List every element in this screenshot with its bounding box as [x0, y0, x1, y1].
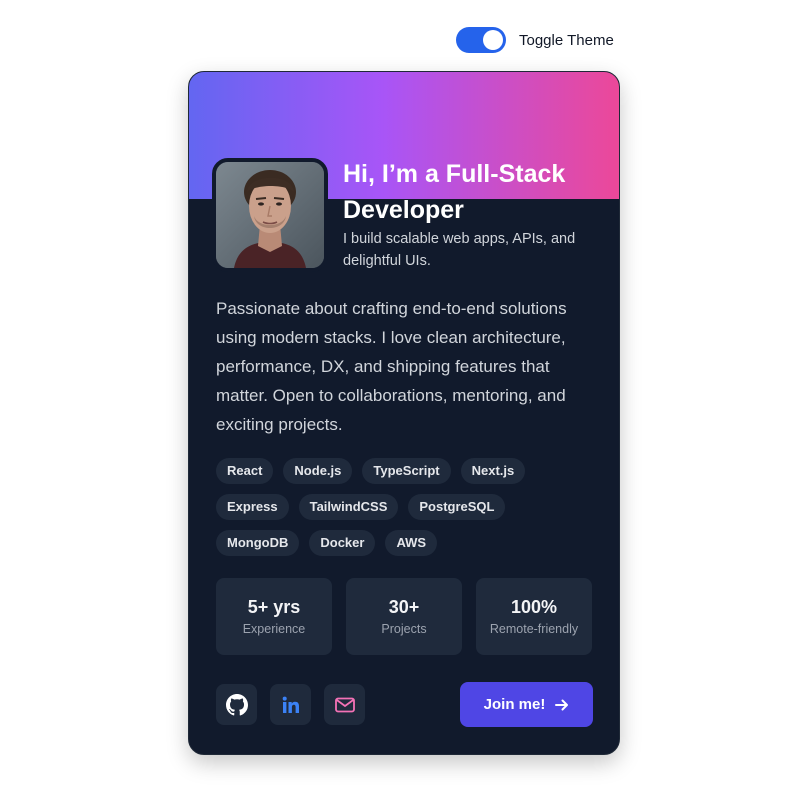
skill-tag: Next.js: [460, 458, 526, 484]
join-button[interactable]: Join me!: [460, 682, 593, 727]
skill-tag: Node.js: [283, 458, 353, 484]
profile-headline: Hi, I’m a Full-Stack Developer: [343, 160, 566, 224]
skill-tags: React Node.js TypeScript Next.js Express…: [216, 458, 596, 556]
profile-card: Hi, I’m a Full-Stack Developer I build s…: [188, 71, 620, 755]
stat-value: 100%: [510, 597, 558, 617]
skill-tag: Docker: [309, 530, 376, 556]
stat-experience: 5+ yrs Experience: [216, 578, 332, 655]
github-icon: [225, 693, 248, 715]
stat-label: Projects: [381, 622, 427, 636]
skill-tag: TailwindCSS: [298, 494, 399, 520]
skill-tag: MongoDB: [216, 530, 300, 556]
skill-tag: AWS: [385, 530, 438, 556]
theme-switch[interactable]: [456, 27, 506, 53]
join-button-label: Join me!: [483, 696, 546, 713]
profile-bio: Passionate about crafting end-to-end sol…: [216, 299, 567, 434]
stat-projects: 30+ Projects: [346, 578, 462, 655]
email-link[interactable]: [324, 684, 365, 725]
linkedin-link[interactable]: [270, 684, 311, 725]
stat-label: Remote-friendly: [489, 622, 579, 636]
skill-tag: TypeScript: [362, 458, 451, 484]
social-links: [216, 684, 365, 725]
avatar: [212, 158, 328, 272]
theme-toggle[interactable]: Toggle Theme: [456, 27, 614, 53]
skill-tag: Express: [216, 494, 289, 520]
portrait-image: [216, 162, 324, 268]
skill-tag: React: [216, 458, 274, 484]
stat-remote: 100% Remote-friendly: [476, 578, 592, 655]
mail-icon: [334, 697, 355, 712]
github-link[interactable]: [216, 684, 257, 725]
stat-value: 5+ yrs: [247, 597, 301, 617]
stat-label: Experience: [242, 622, 306, 636]
profile-tagline: I build scalable web apps, APIs, and del…: [343, 231, 576, 269]
switch-knob: [483, 30, 503, 50]
theme-toggle-label: Toggle Theme: [519, 31, 614, 49]
stats-row: 5+ yrs Experience 30+ Projects 100% Remo…: [216, 578, 592, 655]
arrow-right-icon: [555, 699, 569, 711]
skill-tag: PostgreSQL: [408, 494, 506, 520]
stat-value: 30+: [388, 597, 420, 617]
linkedin-icon: [282, 696, 299, 713]
